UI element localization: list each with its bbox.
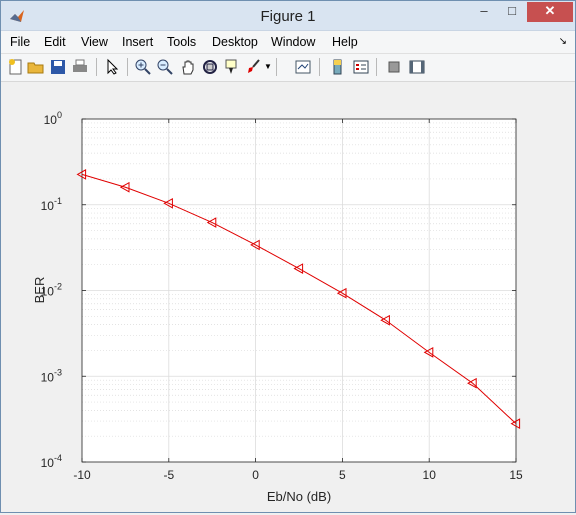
insert-colorbar-icon[interactable]	[329, 58, 347, 76]
figure-canvas[interactable]: -10 -5 0 5 10 15 100 10-1 10-2 10-3 10-4 Eb/No (dB…	[1, 82, 575, 512]
toolbar-separator	[96, 58, 97, 76]
toolbar-separator	[127, 58, 128, 76]
brush-dropdown-icon[interactable]: ▼	[264, 62, 272, 71]
x-tick-label: -10	[73, 468, 91, 482]
y-tick-label: 10-1	[41, 196, 62, 213]
x-axis-label: Eb/No (dB)	[267, 489, 331, 504]
save-icon[interactable]	[49, 58, 67, 76]
menu-window[interactable]: Window	[271, 35, 315, 49]
insert-legend-icon[interactable]	[352, 58, 370, 76]
maximize-button[interactable]: □	[499, 2, 525, 22]
x-tick-label: 10	[423, 468, 437, 482]
close-button[interactable]: ✕	[527, 2, 573, 22]
x-tick-label: 15	[509, 468, 523, 482]
toolbar-separator	[319, 58, 320, 76]
ber-chart[interactable]: -10 -5 0 5 10 1510010-110-210-310-4 Eb/No (dB…	[1, 82, 575, 512]
figure-toolbar: ▼	[1, 54, 575, 82]
show-plot-tools-icon[interactable]	[408, 58, 426, 76]
zoom-out-icon[interactable]	[156, 58, 174, 76]
zoom-in-icon[interactable]	[134, 58, 152, 76]
menu-edit[interactable]: Edit	[44, 35, 66, 49]
link-plot-icon[interactable]	[294, 58, 312, 76]
x-tick-label: -5	[163, 468, 174, 482]
print-icon[interactable]	[71, 58, 89, 76]
hide-plot-tools-icon[interactable]	[385, 58, 403, 76]
menu-help[interactable]: Help	[332, 35, 358, 49]
title-bar[interactable]: Figure 1 – □ ✕	[1, 1, 575, 31]
menu-insert[interactable]: Insert	[122, 35, 153, 49]
open-file-icon[interactable]	[27, 58, 45, 76]
new-figure-icon[interactable]	[7, 58, 25, 76]
menu-tools[interactable]: Tools	[167, 35, 196, 49]
x-tick-label: 5	[339, 468, 346, 482]
menu-desktop[interactable]: Desktop	[212, 35, 258, 49]
dock-arrow-icon[interactable]: ↘	[559, 36, 567, 47]
y-tick-label: 10-4	[41, 453, 62, 470]
pan-hand-icon[interactable]	[179, 58, 197, 76]
y-tick-label: 100	[44, 110, 62, 127]
toolbar-separator	[376, 58, 377, 76]
brush-icon[interactable]	[245, 58, 263, 76]
menu-file[interactable]: File	[10, 35, 30, 49]
minimize-button[interactable]: –	[471, 2, 497, 22]
toolbar-separator	[276, 58, 277, 76]
menu-bar: File Edit View Insert Tools Desktop Wind…	[1, 31, 575, 54]
menu-view[interactable]: View	[81, 35, 108, 49]
x-tick-label: 0	[252, 468, 259, 482]
y-tick-label: 10-3	[41, 367, 62, 384]
edit-plot-arrow-icon[interactable]	[103, 58, 121, 76]
data-cursor-icon[interactable]	[223, 58, 241, 76]
figure-window: Figure 1 – □ ✕ File Edit View Insert Too…	[0, 0, 576, 513]
y-axis-label: BER	[32, 277, 47, 304]
rotate-3d-icon[interactable]	[201, 58, 219, 76]
